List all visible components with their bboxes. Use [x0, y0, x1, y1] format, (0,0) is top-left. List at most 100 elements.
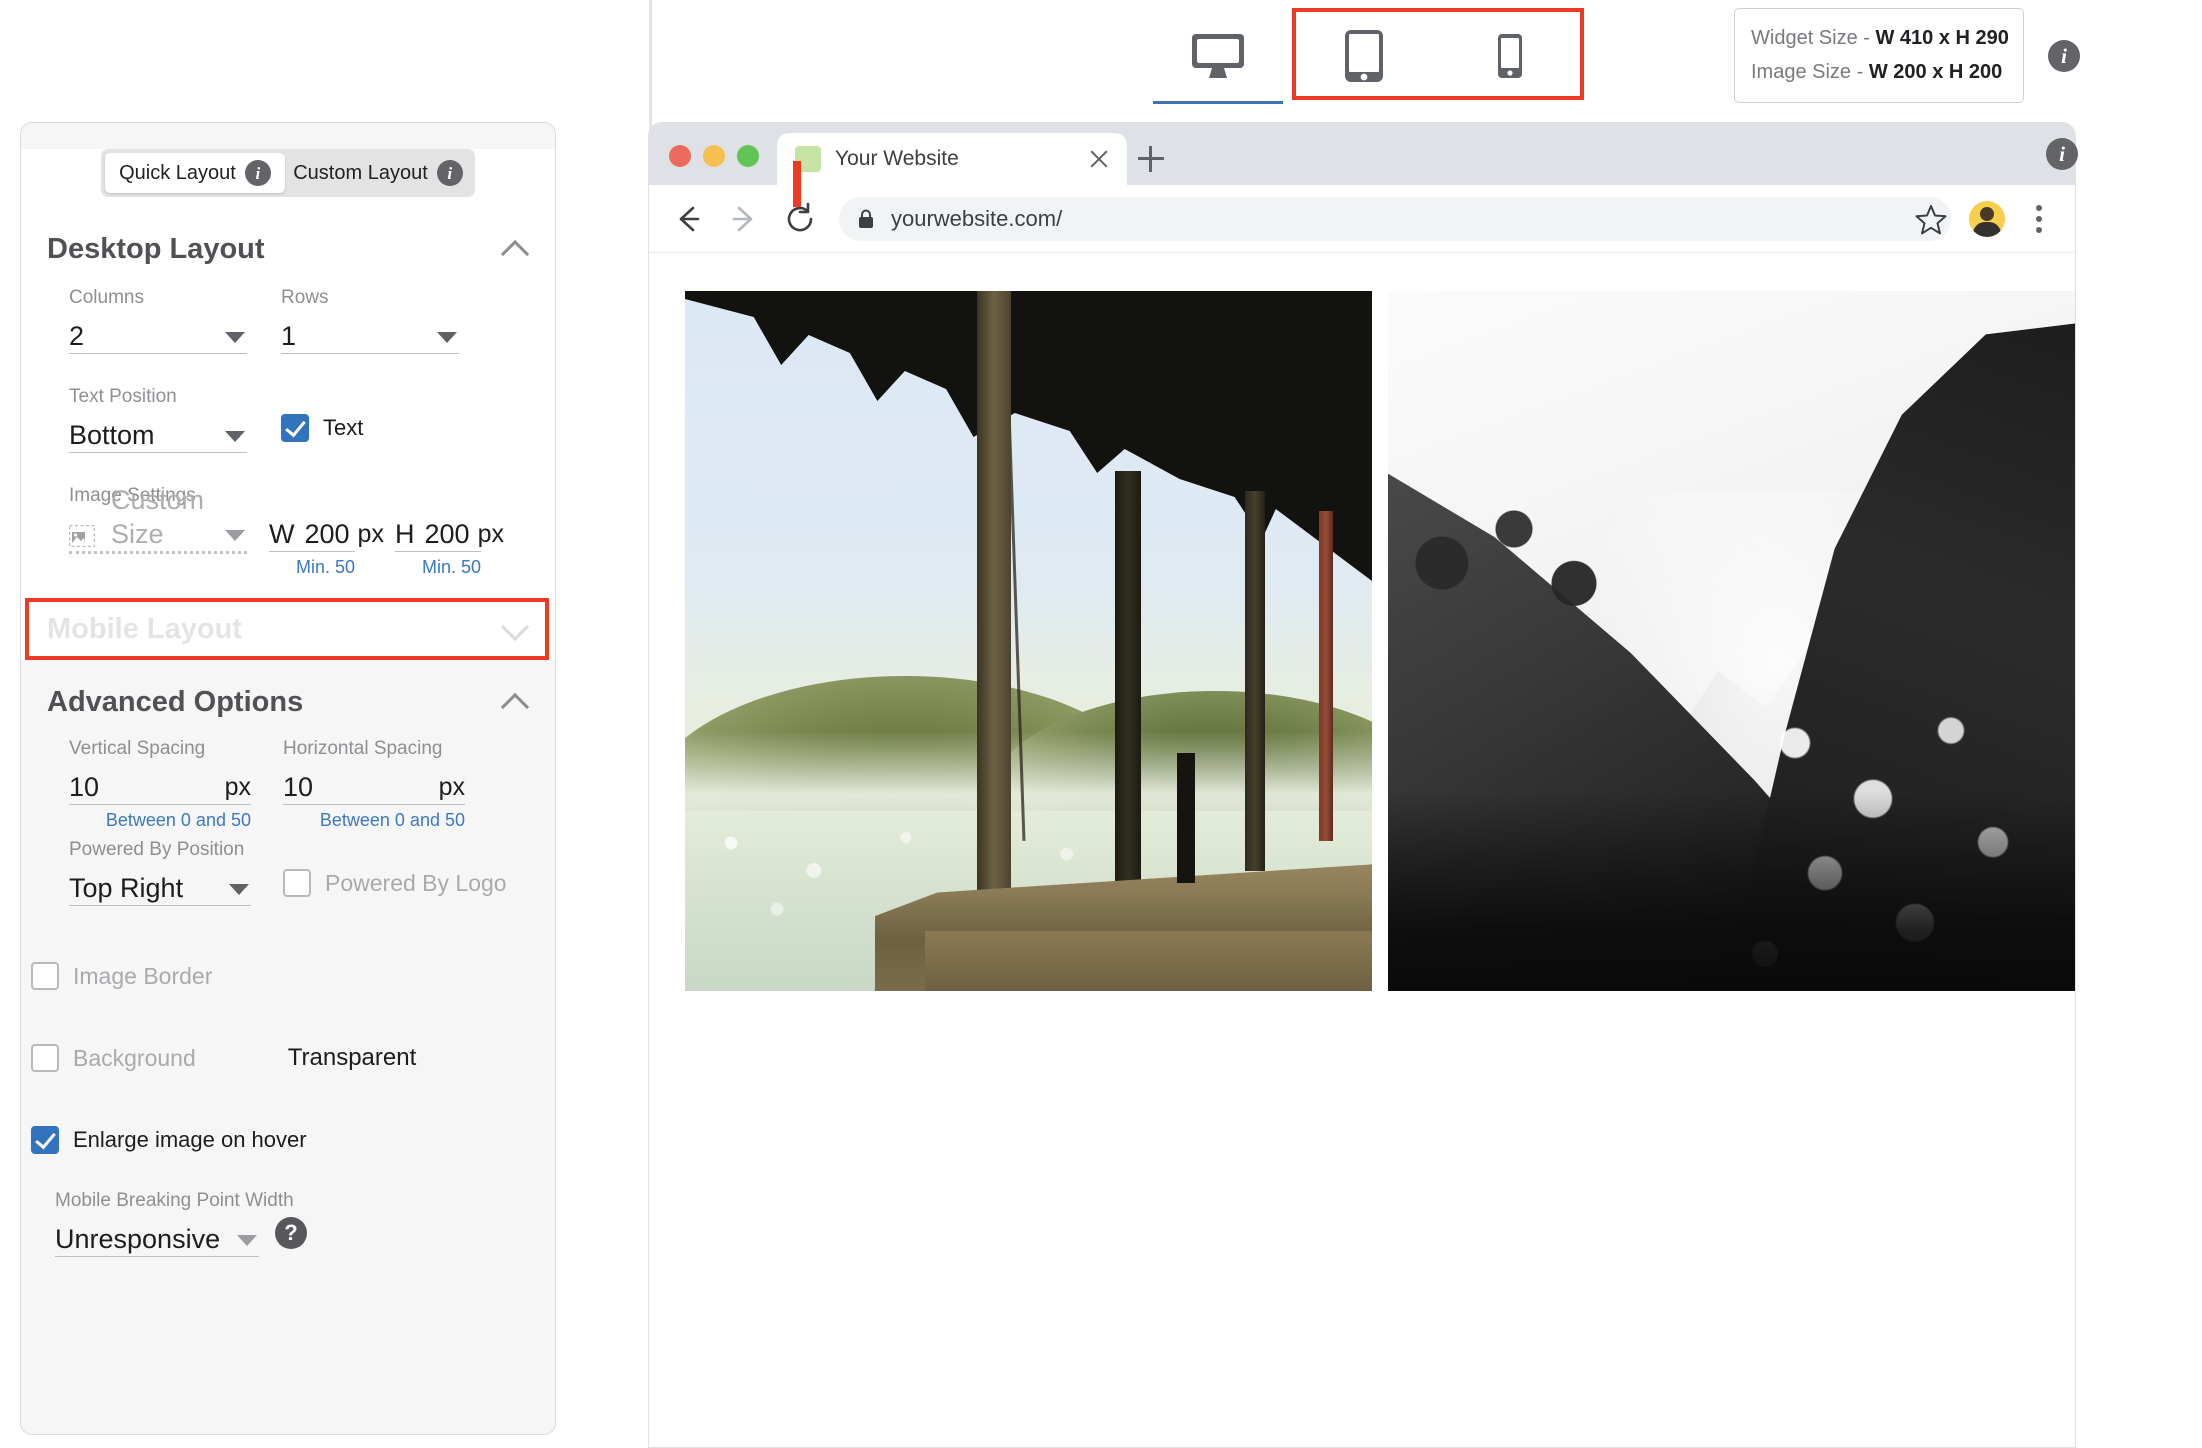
- section-title: Mobile Layout: [47, 612, 242, 645]
- rows-field[interactable]: Rows 1: [281, 285, 459, 354]
- close-window-dot[interactable]: [669, 145, 691, 167]
- avatar-body: [1973, 221, 2001, 237]
- horizontal-spacing-unit: px: [438, 773, 465, 801]
- window-controls: [669, 145, 759, 185]
- widget-size-value: W 410 x H 290: [1875, 27, 2009, 49]
- chevron-down-icon[interactable]: [237, 1235, 257, 1246]
- enlarge-on-hover-checkbox[interactable]: [31, 1126, 59, 1154]
- text-position-field[interactable]: Text Position Bottom: [69, 384, 247, 453]
- text-checkbox-row[interactable]: Text: [281, 414, 363, 442]
- chevron-down-icon[interactable]: [225, 530, 245, 541]
- bookmark-star-icon[interactable]: [1915, 203, 1947, 235]
- chevron-down-icon[interactable]: [437, 332, 457, 343]
- breakpoint-block: Mobile Breaking Point Width Unresponsive…: [55, 1188, 507, 1257]
- mobile-icon: [1498, 34, 1522, 78]
- height-helper-text: Min. 50: [421, 557, 481, 577]
- text-position-row: Text Position Bottom Text: [69, 384, 507, 453]
- chevron-down-icon[interactable]: [225, 332, 245, 343]
- tab-quick-layout[interactable]: Quick Layout i: [105, 153, 285, 193]
- vertical-spacing-field[interactable]: Vertical Spacing 10 px Between 0 and 50: [69, 736, 251, 835]
- chevron-down-icon[interactable]: [501, 615, 529, 643]
- background-label: Background: [73, 1044, 196, 1071]
- field-underline: [281, 353, 459, 354]
- vertical-spacing-label: Vertical Spacing: [69, 738, 206, 759]
- device-tab-tablet[interactable]: [1291, 8, 1437, 104]
- device-tab-desktop[interactable]: [1145, 8, 1291, 104]
- chevron-down-icon[interactable]: [225, 431, 245, 442]
- enlarge-on-hover-row[interactable]: Enlarge image on hover: [31, 1126, 507, 1154]
- horizontal-spacing-label: Horizontal Spacing: [283, 738, 443, 759]
- tab-custom-layout[interactable]: Custom Layout i: [285, 153, 471, 193]
- tab-quick-layout-label: Quick Layout: [119, 161, 236, 184]
- field-underline: [55, 1256, 259, 1257]
- image-width-field[interactable]: W 200 px Min. 50: [269, 509, 384, 582]
- text-checkbox-label: Text: [323, 415, 364, 440]
- browser-tab-bar: Your Website: [649, 123, 2075, 207]
- url-text: yourwebsite.com/: [891, 205, 1063, 231]
- tab-custom-layout-label: Custom Layout: [293, 161, 428, 184]
- columns-label: Columns: [69, 287, 144, 308]
- forward-arrow-icon[interactable]: [727, 202, 761, 236]
- gallery-image-lake-dock[interactable]: [685, 291, 1372, 991]
- help-icon[interactable]: ?: [275, 1217, 307, 1249]
- width-helper-text: Min. 50: [295, 557, 355, 577]
- widget-size-label: Widget Size -: [1751, 27, 1876, 49]
- image-border-row[interactable]: Image Border: [31, 962, 507, 990]
- photo-dock-lower: [925, 931, 1372, 991]
- rows-label: Rows: [281, 287, 329, 308]
- image-gallery: [685, 291, 2075, 991]
- chevron-up-icon[interactable]: [501, 688, 529, 716]
- breakpoint-value: Unresponsive: [55, 1224, 221, 1254]
- layout-mode-toggle: Quick Layout i Custom Layout i: [101, 149, 475, 197]
- widget-preview-area: [649, 253, 2075, 1447]
- powered-by-logo-checkbox[interactable]: [283, 869, 311, 897]
- background-row[interactable]: Background Transparent: [31, 1044, 507, 1072]
- section-header-desktop-layout[interactable]: Desktop Layout: [21, 221, 555, 277]
- rows-value: 1: [281, 321, 297, 351]
- width-unit: px: [357, 520, 384, 548]
- gallery-image-mountain-valley[interactable]: [1388, 291, 2075, 991]
- height-unit: px: [477, 520, 504, 548]
- section-header-advanced-options[interactable]: Advanced Options: [21, 674, 555, 730]
- photo-bollard: [1177, 753, 1195, 883]
- powered-by-row: Powered By Position Top Right Powered By…: [69, 837, 507, 906]
- info-icon[interactable]: i: [436, 160, 463, 186]
- horizontal-spacing-field[interactable]: Horizontal Spacing 10 px Between 0 and 5…: [283, 736, 465, 835]
- photo-left-trees: [1388, 461, 1688, 631]
- breakpoint-label: Mobile Breaking Point Width: [55, 1190, 294, 1211]
- field-underline: [69, 905, 251, 906]
- browser-menu-icon[interactable]: [2027, 202, 2051, 236]
- vertical-spacing-unit: px: [224, 773, 251, 801]
- image-border-checkbox[interactable]: [31, 962, 59, 990]
- chevron-down-icon[interactable]: [229, 884, 249, 895]
- powered-by-position-field[interactable]: Powered By Position Top Right: [69, 837, 251, 906]
- field-underline-dotted: [69, 551, 247, 554]
- new-tab-button[interactable]: [1127, 133, 1175, 185]
- text-checkbox[interactable]: [281, 414, 309, 442]
- image-size-line: Image Size - W 200 x H 200: [1751, 55, 2007, 89]
- back-arrow-icon[interactable]: [671, 202, 705, 236]
- height-value: 200: [424, 519, 470, 549]
- image-height-field[interactable]: H 200 px Min. 50: [395, 509, 505, 582]
- maximize-window-dot[interactable]: [737, 145, 759, 167]
- info-icon[interactable]: i: [244, 160, 271, 186]
- background-checkbox[interactable]: [31, 1044, 59, 1072]
- minimize-window-dot[interactable]: [703, 145, 725, 167]
- avatar[interactable]: [1969, 200, 2005, 237]
- width-prefix: W: [269, 519, 295, 549]
- vertical-spacing-value: 10: [69, 772, 100, 802]
- chevron-up-icon[interactable]: [501, 235, 529, 263]
- horizontal-spacing-value: 10: [283, 772, 314, 802]
- info-icon[interactable]: i: [2046, 138, 2078, 170]
- breakpoint-field[interactable]: Unresponsive: [55, 1214, 259, 1257]
- close-icon[interactable]: [1087, 147, 1111, 171]
- columns-field[interactable]: Columns 2: [69, 285, 247, 354]
- browser-tab[interactable]: Your Website: [777, 133, 1127, 185]
- powered-by-logo-row[interactable]: Powered By Logo: [283, 869, 507, 897]
- section-header-mobile-layout[interactable]: Mobile Layout: [21, 598, 555, 660]
- widget-size-line: Widget Size - W 410 x H 290: [1751, 21, 2009, 55]
- address-bar[interactable]: yourwebsite.com/: [839, 196, 1951, 241]
- info-icon[interactable]: i: [2048, 40, 2080, 72]
- image-size-preset-field[interactable]: Custom Size: [69, 485, 247, 554]
- device-tab-mobile[interactable]: [1437, 8, 1583, 104]
